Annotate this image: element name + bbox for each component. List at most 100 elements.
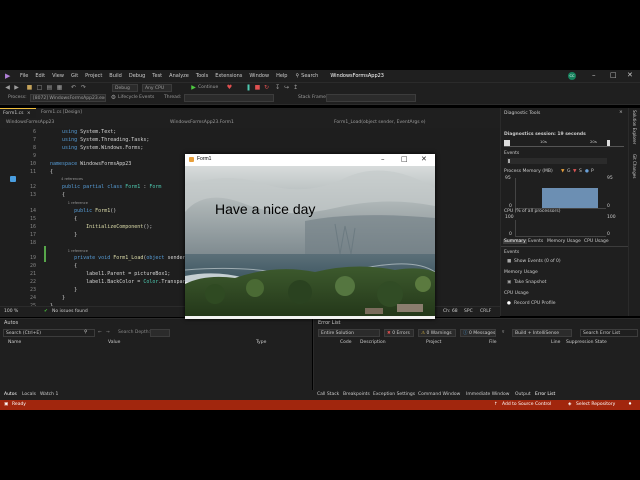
maximize-icon[interactable]: □ — [610, 72, 617, 79]
solution-explorer-tab[interactable]: Solution Explorer — [632, 110, 637, 144]
tab-watch-1[interactable]: Watch 1 — [40, 392, 58, 397]
step-into-icon[interactable]: ↧ — [274, 84, 281, 91]
project-dropdown[interactable]: WindowsFormsApp23 — [4, 119, 166, 127]
menu-item-help[interactable]: Help — [276, 73, 287, 79]
error-search-input[interactable]: Search Error List — [580, 329, 638, 337]
errors-filter-button[interactable]: ✖ 0 Errors — [384, 329, 414, 337]
step-over-icon[interactable]: ↪ — [283, 84, 290, 91]
issues-status[interactable]: No issues found — [52, 309, 88, 314]
menu-item-build[interactable]: Build — [109, 73, 122, 79]
tab-locals[interactable]: Locals — [22, 392, 36, 397]
thread-dropdown[interactable] — [184, 94, 274, 102]
undo-icon[interactable]: ↶ — [70, 84, 77, 91]
menu-item-analyze[interactable]: Analyze — [169, 73, 189, 79]
open-icon[interactable]: □ — [36, 84, 43, 91]
memory-graph[interactable] — [515, 178, 606, 209]
select-repository-button[interactable]: Select Repository — [576, 402, 615, 407]
redo-icon[interactable]: ↷ — [80, 84, 87, 91]
back-icon[interactable]: ◀ — [4, 84, 11, 91]
search-icon[interactable]: ⚲ — [295, 73, 299, 79]
stack-frame-dropdown[interactable] — [326, 94, 416, 102]
events-section-label[interactable]: Events — [504, 151, 519, 156]
notifications-icon[interactable]: ♦ — [628, 402, 632, 407]
restart-icon[interactable]: ↻ — [263, 84, 270, 91]
errors-col-suppression[interactable]: Suppression State — [566, 340, 607, 345]
close-icon[interactable]: ✕ — [627, 72, 633, 79]
tab-command-window[interactable]: Command Window — [418, 392, 460, 397]
menu-item-view[interactable]: View — [52, 73, 64, 79]
process-dropdown[interactable]: [8072] WindowsFormsApp23.exe — [30, 94, 106, 102]
autos-search-icon[interactable]: ⚲ — [84, 330, 87, 335]
menu-item-git[interactable]: Git — [71, 73, 78, 79]
tab-autos[interactable]: Autos — [4, 392, 17, 397]
add-to-source-control-button[interactable]: Add to Source Control — [502, 402, 551, 407]
menu-item-debug[interactable]: Debug — [129, 73, 145, 79]
close-panel-icon[interactable]: × — [619, 110, 623, 115]
autos-search-input[interactable]: Search (Ctrl+E) — [3, 329, 95, 337]
autos-col-name[interactable]: Name — [8, 340, 21, 345]
tab-memory-usage[interactable]: Memory Usage — [547, 239, 581, 244]
process-memory-label[interactable]: Process Memory (MB) — [504, 169, 553, 174]
tab-events[interactable]: Events — [528, 239, 543, 244]
autos-col-type[interactable]: Type — [256, 340, 266, 345]
menu-item-project[interactable]: Project — [85, 73, 102, 79]
configuration-dropdown[interactable]: Debug — [112, 84, 138, 92]
menu-item-edit[interactable]: Edit — [35, 73, 45, 79]
errors-col-description[interactable]: Description — [360, 340, 386, 345]
continue-button[interactable]: Continue — [198, 85, 218, 90]
new-project-icon[interactable]: ■ — [26, 84, 33, 91]
class-dropdown[interactable]: WindowsFormsApp23.Form1 — [168, 119, 328, 127]
errors-col-file[interactable]: File — [489, 340, 497, 345]
tab-error-list[interactable]: Error List — [535, 392, 555, 397]
close-tab-icon[interactable]: × — [27, 111, 31, 116]
search-button[interactable]: Search — [301, 73, 318, 79]
form-minimize-icon[interactable]: – — [381, 155, 385, 163]
form-maximize-icon[interactable]: □ — [401, 155, 408, 163]
menu-item-window[interactable]: Window — [249, 73, 269, 79]
user-avatar[interactable]: CC — [568, 72, 576, 80]
lifecycle-events-button[interactable]: Lifecycle Events — [118, 95, 154, 100]
menu-item-extensions[interactable]: Extensions — [215, 73, 242, 79]
autos-col-value[interactable]: Value — [108, 340, 120, 345]
warnings-filter-button[interactable]: ⚠ 0 Warnings — [418, 329, 456, 337]
tab-summary[interactable]: Summary — [503, 239, 527, 244]
line-ending-indicator[interactable]: CRLF — [480, 309, 491, 314]
lifecycle-icon[interactable]: ⚙ — [110, 94, 117, 101]
tab-cpu-usage[interactable]: CPU Usage — [584, 239, 609, 244]
record-cpu-profile-link[interactable]: Record CPU Profile — [514, 301, 556, 306]
form1-title-bar[interactable]: Form1 – □ ✕ — [185, 154, 435, 166]
autos-back-icon[interactable]: ← — [98, 330, 102, 335]
pause-icon[interactable]: ❚ — [245, 84, 252, 91]
timeline-ruler[interactable]: 10s 20s — [504, 139, 624, 147]
tab-breakpoints[interactable]: Breakpoints — [343, 392, 370, 397]
form-close-icon[interactable]: ✕ — [421, 155, 427, 163]
tab-immediate-window[interactable]: Immediate Window — [466, 392, 509, 397]
form1-window[interactable]: Form1 – □ ✕ Have a nice day — [185, 154, 435, 319]
tab-form1-designer[interactable]: Form1.cs [Design] — [38, 108, 85, 118]
errors-col-code[interactable]: Code — [340, 340, 352, 345]
save-all-icon[interactable]: ▦ — [56, 84, 63, 91]
menu-item-file[interactable]: File — [20, 73, 28, 79]
spaces-indicator[interactable]: SPC — [464, 309, 473, 314]
menu-item-tools[interactable]: Tools — [196, 73, 208, 79]
build-filter-dropdown[interactable]: Build + IntelliSense — [512, 329, 572, 337]
filter-icon[interactable]: ▿ — [502, 330, 504, 335]
hot-reload-icon[interactable]: ♥ — [226, 84, 233, 91]
tab-call-stack[interactable]: Call Stack — [317, 392, 339, 397]
messages-filter-button[interactable]: ⓘ 0 Messages — [460, 329, 496, 337]
save-icon[interactable]: ▤ — [46, 84, 53, 91]
scope-dropdown[interactable]: Entire Solution — [318, 329, 380, 337]
member-dropdown[interactable]: Form1_Load(object sender, EventArgs e) — [332, 119, 496, 127]
tab-form1-cs[interactable]: Form1.cs × — [0, 108, 36, 118]
show-events-link[interactable]: Show Events (0 of 0) — [514, 259, 561, 264]
minimize-icon[interactable]: – — [592, 72, 596, 79]
stop-icon[interactable]: ■ — [254, 84, 261, 91]
autos-forward-icon[interactable]: → — [106, 330, 110, 335]
cpu-section-label[interactable]: CPU (% of all processors) — [504, 209, 561, 214]
platform-dropdown[interactable]: Any CPU — [142, 84, 172, 92]
tab-exception-settings[interactable]: Exception Settings — [373, 392, 415, 397]
menu-item-test[interactable]: Test — [152, 73, 162, 79]
step-out-icon[interactable]: ↥ — [292, 84, 299, 91]
cpu-graph[interactable] — [515, 220, 606, 237]
errors-col-line[interactable]: Line — [551, 340, 560, 345]
